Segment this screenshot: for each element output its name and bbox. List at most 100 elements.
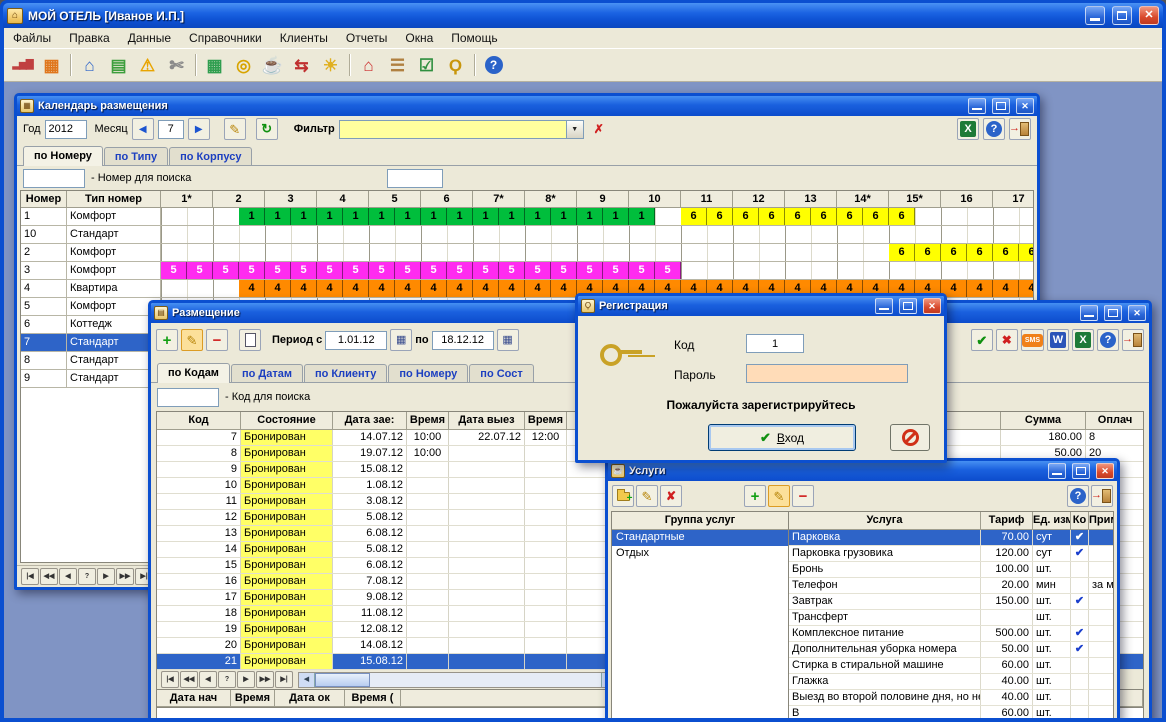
placement-column-header[interactable]: Код bbox=[157, 412, 241, 430]
room-number-cell[interactable]: 6 bbox=[21, 316, 67, 333]
room-type-cell[interactable]: Комфорт bbox=[67, 262, 161, 279]
coins-toolbar-button[interactable]: ◎ bbox=[230, 52, 257, 79]
room-number-cell[interactable]: 9 bbox=[21, 370, 67, 387]
minimize-button[interactable] bbox=[1085, 6, 1105, 25]
period-from-calendar-button[interactable]: ▦ bbox=[390, 329, 412, 351]
service-row[interactable]: Комплексное питание500.00шт.✔ bbox=[789, 626, 1113, 642]
room-type-cell[interactable]: Комфорт bbox=[67, 208, 161, 225]
login-button[interactable]: ✔ Вход bbox=[708, 424, 856, 451]
tab-по Типу[interactable]: по Типу bbox=[104, 147, 168, 165]
room-type-cell[interactable]: Стандарт bbox=[67, 352, 161, 369]
room-number-cell[interactable]: 2 bbox=[21, 244, 67, 261]
tasks-toolbar-button[interactable]: ☑ bbox=[413, 52, 440, 79]
record-nav-button[interactable]: ◀ bbox=[59, 568, 77, 585]
placement-help-button[interactable]: ? bbox=[1097, 329, 1119, 351]
key-toolbar-button[interactable]: Ϙ bbox=[442, 52, 469, 79]
placement-excel-button[interactable]: X bbox=[1072, 329, 1094, 351]
calendar-edit-button[interactable]: ✎ bbox=[224, 118, 246, 140]
registration-maximize-button[interactable] bbox=[899, 298, 917, 314]
booking-segment[interactable]: 666666666 bbox=[681, 208, 915, 225]
filter-dropdown-button[interactable]: ▼ bbox=[567, 120, 584, 139]
period-from-input[interactable] bbox=[325, 331, 387, 350]
calendar-maximize-button[interactable] bbox=[992, 98, 1010, 114]
registration-titlebar[interactable]: Ϙ Регистрация ✕ bbox=[578, 296, 944, 316]
record-nav-button[interactable]: ▶ bbox=[237, 671, 255, 688]
service-group-add-button[interactable]: + bbox=[612, 485, 634, 507]
scroll-left-arrow[interactable]: ◀ bbox=[299, 673, 315, 687]
service-row[interactable]: Дополнительная уборка номера50.00шт.✔ bbox=[789, 642, 1113, 658]
service-group-item[interactable]: Стандартные bbox=[612, 530, 788, 546]
record-nav-button[interactable]: ◀◀ bbox=[40, 568, 58, 585]
room-number-cell[interactable]: 10 bbox=[21, 226, 67, 243]
tools-toolbar-button[interactable]: ✄ bbox=[163, 52, 190, 79]
placement-add-button[interactable]: + bbox=[156, 329, 178, 351]
placement-word-button[interactable]: W bbox=[1047, 329, 1069, 351]
room-type-cell[interactable]: Стандарт bbox=[67, 370, 161, 387]
scroll-toolbar-button[interactable]: ☰ bbox=[384, 52, 411, 79]
refresh-button[interactable]: ↻ bbox=[256, 118, 278, 140]
placement-document-button[interactable] bbox=[239, 329, 261, 351]
home-toolbar-button[interactable]: ⌂ bbox=[76, 52, 103, 79]
period-to-input[interactable] bbox=[432, 331, 494, 350]
lamp-toolbar-button[interactable]: ☀ bbox=[317, 52, 344, 79]
menu-item-Правка[interactable]: Правка bbox=[60, 29, 119, 47]
filter-clear-button[interactable]: ✗ bbox=[588, 118, 610, 140]
service-row[interactable]: Телефон20.00минза мин bbox=[789, 578, 1113, 594]
day-cells-area[interactable]: 55555555555555555555 bbox=[161, 262, 1033, 279]
tab-по Кодам[interactable]: по Кодам bbox=[157, 363, 230, 383]
services-maximize-button[interactable] bbox=[1072, 463, 1090, 479]
service-group-delete-button[interactable]: ✘ bbox=[660, 485, 682, 507]
placement-column-header[interactable]: Сумма bbox=[1001, 412, 1086, 430]
room-number-cell[interactable]: 1 bbox=[21, 208, 67, 225]
menu-item-Отчеты[interactable]: Отчеты bbox=[337, 29, 396, 47]
menu-item-Данные[interactable]: Данные bbox=[119, 29, 180, 47]
registration-close-button[interactable]: ✕ bbox=[923, 298, 941, 314]
month-prev-button[interactable]: ◀ bbox=[132, 118, 154, 140]
placement-edit-button[interactable]: ✎ bbox=[181, 329, 203, 351]
menu-item-Помощь[interactable]: Помощь bbox=[442, 29, 506, 47]
placement-column-header[interactable]: Дата выез bbox=[449, 412, 525, 430]
placement-column-header[interactable]: Время bbox=[525, 412, 567, 430]
record-nav-button[interactable]: ▶ bbox=[97, 568, 115, 585]
calendar-titlebar[interactable]: ▦ Календарь размещения ✕ bbox=[17, 96, 1037, 116]
record-nav-button[interactable]: ◀ bbox=[199, 671, 217, 688]
placement-detail-column-header[interactable]: Дата ок bbox=[275, 690, 345, 707]
services-titlebar[interactable]: ☕ Услуги ✕ bbox=[608, 461, 1117, 481]
chart-toolbar-button[interactable]: ▂▅▇ bbox=[9, 52, 36, 79]
calendar-help-button[interactable]: ? bbox=[983, 118, 1005, 140]
room-number-cell[interactable]: 3 bbox=[21, 262, 67, 279]
placement-close-button[interactable]: ✕ bbox=[1128, 305, 1146, 321]
calendar-exit-button[interactable]: → bbox=[1009, 118, 1031, 140]
registration-minimize-button[interactable] bbox=[875, 298, 893, 314]
tab-по Клиенту[interactable]: по Клиенту bbox=[304, 364, 387, 382]
service-delete-button[interactable]: − bbox=[792, 485, 814, 507]
menu-item-Окна[interactable]: Окна bbox=[396, 29, 442, 47]
room-type-cell[interactable]: Стандарт bbox=[67, 226, 161, 243]
main-titlebar[interactable]: ⌂ МОЙ ОТЕЛЬ [Иванов И.П.] ✕ bbox=[3, 3, 1163, 28]
type-column-header[interactable]: Тип номер bbox=[67, 191, 161, 208]
menu-item-Клиенты[interactable]: Клиенты bbox=[271, 29, 337, 47]
record-nav-button[interactable]: |◀ bbox=[161, 671, 179, 688]
password-input[interactable] bbox=[746, 364, 908, 383]
year-input[interactable] bbox=[45, 120, 87, 139]
record-nav-button[interactable]: |◀ bbox=[21, 568, 39, 585]
service-row[interactable]: Стирка в стиральной машине60.00шт. bbox=[789, 658, 1113, 674]
room-number-cell[interactable]: 4 bbox=[21, 280, 67, 297]
transfer-toolbar-button[interactable]: ⇆ bbox=[288, 52, 315, 79]
service-row[interactable]: Трансфертшт. bbox=[789, 610, 1113, 626]
booking-segment[interactable]: 66666666 bbox=[889, 244, 1033, 261]
placement-cancel-filter-button[interactable]: ✖ bbox=[996, 329, 1018, 351]
services-column-header[interactable]: Услуга bbox=[789, 512, 981, 530]
placement-maximize-button[interactable] bbox=[1104, 305, 1122, 321]
calendar-excel-button[interactable]: X bbox=[957, 118, 979, 140]
services-column-header[interactable]: Прим bbox=[1089, 512, 1114, 530]
scroll-thumb[interactable] bbox=[315, 673, 370, 687]
placement-detail-column-header[interactable]: Время ( bbox=[345, 690, 401, 707]
record-nav-button[interactable]: ▶▶ bbox=[116, 568, 134, 585]
record-nav-button[interactable]: ▶| bbox=[275, 671, 293, 688]
record-nav-button[interactable]: ? bbox=[78, 568, 96, 585]
tab-по Номеру[interactable]: по Номеру bbox=[388, 364, 468, 382]
service-group-item[interactable]: Отдых bbox=[612, 546, 788, 562]
calendar-toolbar-button[interactable]: ▦ bbox=[201, 52, 228, 79]
room-type-cell[interactable]: Стандарт bbox=[67, 334, 161, 351]
